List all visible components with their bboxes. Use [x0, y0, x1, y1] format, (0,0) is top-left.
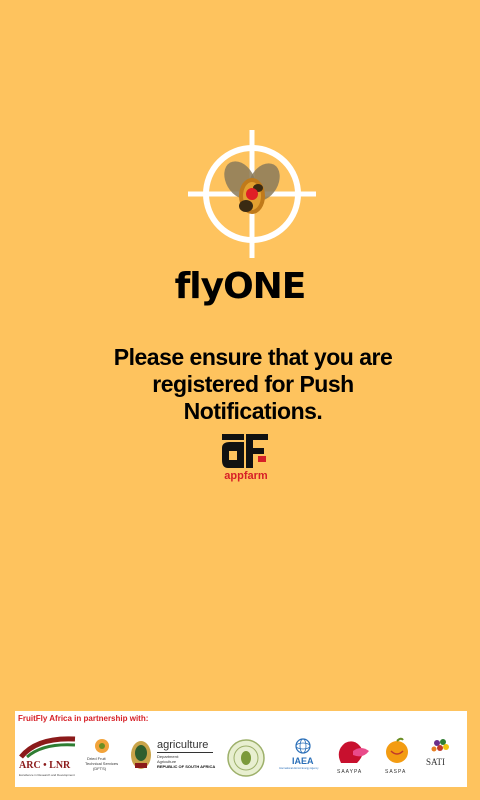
push-notification-notice: Please ensure that you are registered fo…: [113, 344, 393, 424]
dfts-logo: Dried Fruit Technical Services (DFTS): [85, 737, 119, 783]
agriculture-title: agriculture: [157, 739, 209, 751]
dfts-line3: (DFTS): [93, 766, 107, 771]
arc-lnr-logo: ARC • LNR Excellence in Research and Dev…: [17, 735, 79, 781]
saspa-name: SASPA: [385, 769, 407, 775]
sati-logo: SATI: [421, 737, 461, 777]
appfarm-label: appfarm: [224, 470, 268, 482]
agriculture-line3: REPUBLIC OF SOUTH AFRICA: [157, 764, 216, 769]
saaypa-logo: SAAYPA: [333, 737, 373, 781]
iaea-tagline: International Atomic Energy Agency: [279, 767, 319, 770]
partner-heading: FruitFly Africa in partnership with:: [18, 714, 149, 723]
crosshair-fly-logo: [188, 130, 316, 258]
sati-name: SATI: [426, 757, 446, 767]
iaea-name: IAEA: [292, 756, 314, 766]
agriculture-logo: agriculture Department: Agriculture REPU…: [129, 739, 219, 775]
arc-lnr-tagline: Excellence in Research and Development: [19, 773, 75, 777]
saspa-logo: SASPA: [381, 737, 413, 781]
arc-lnr-name: ARC • LNR: [19, 760, 71, 771]
app-title: flyONE: [174, 266, 307, 307]
saaypa-name: SAAYPA: [337, 769, 363, 775]
seal-logo: [227, 739, 265, 777]
iaea-logo: IAEA International Atomic Energy Agency: [279, 737, 327, 777]
partner-panel: FruitFly Africa in partnership with: ARC…: [15, 711, 467, 787]
